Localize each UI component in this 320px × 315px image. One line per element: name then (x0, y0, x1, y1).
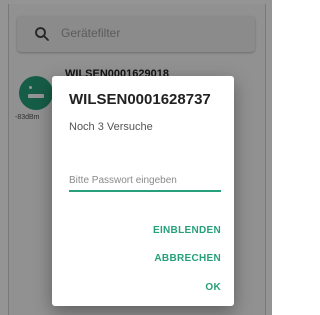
ok-button[interactable]: OK (205, 282, 221, 293)
dialog-title: WILSEN0001628737 (69, 91, 211, 108)
password-field[interactable] (69, 170, 221, 192)
attempts-remaining: Noch 3 Versuche (69, 121, 153, 133)
show-password-button[interactable]: EINBLENDEN (153, 225, 221, 236)
cancel-button[interactable]: ABBRECHEN (154, 253, 221, 264)
password-dialog: WILSEN0001628737 Noch 3 Versuche EINBLEN… (52, 76, 234, 306)
